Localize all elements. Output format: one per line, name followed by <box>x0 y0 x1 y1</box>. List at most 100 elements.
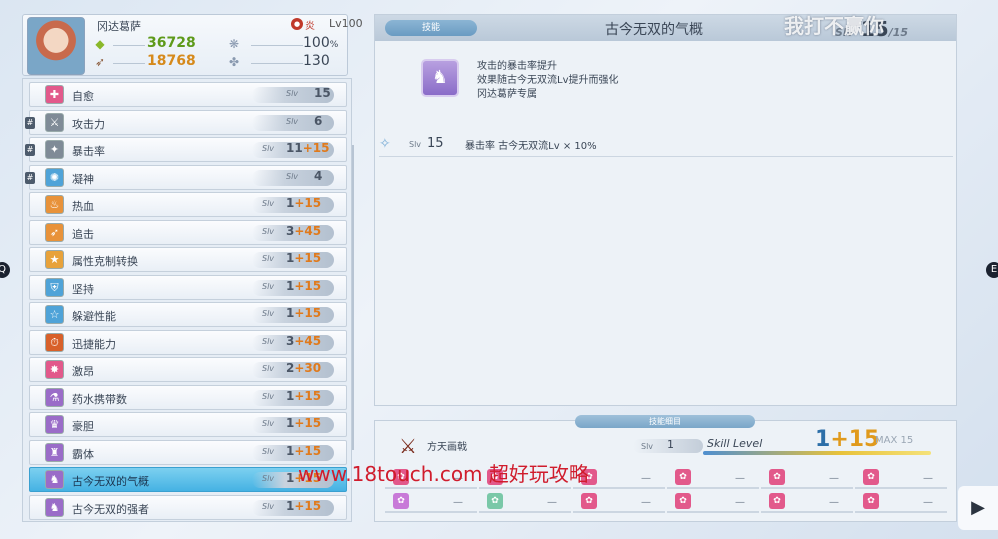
divider <box>251 45 303 46</box>
prev-character-button[interactable]: Q <box>0 262 10 278</box>
slv-plus: 45 <box>304 223 322 238</box>
slv-plus: 15 <box>304 498 322 513</box>
skill-level-max: MAX 15 <box>875 435 914 446</box>
slv-plus: 15 <box>304 306 322 320</box>
next-character-button[interactable]: E <box>986 262 998 278</box>
skill-list-scrollbar[interactable] <box>352 145 354 450</box>
slv-plus: 30 <box>304 361 322 375</box>
slot-value: — <box>735 497 745 508</box>
slv-value: 2+30 <box>286 361 322 375</box>
slv-value: 3+45 <box>286 223 322 238</box>
slv-tag: Slv <box>262 254 275 263</box>
skill-icon: ♨ <box>45 195 64 214</box>
skill-icon: ➶ <box>45 222 64 242</box>
skill-row[interactable]: ♛ 豪胆 Slv 1+15 <box>29 412 347 437</box>
slv-tag: Slv <box>262 419 275 428</box>
slot-icon: ✿ <box>487 493 503 509</box>
slv-tag: Slv <box>286 171 299 181</box>
slv-tag: Slv <box>262 474 275 483</box>
skill-icon: ♛ <box>45 415 64 434</box>
skill-row[interactable]: ⛨ 坚持 Slv 1+15 <box>29 274 347 300</box>
slv-value: 1+15 <box>286 306 322 320</box>
skill-icon: ⚗ <box>45 387 64 407</box>
hp-percent-number: 100 <box>303 35 330 51</box>
skill-name: 躲避性能 <box>72 310 116 323</box>
slv-plus: 15 <box>304 416 322 430</box>
slot-icon: ✿ <box>675 493 691 509</box>
slv-tag: Slv <box>262 501 275 511</box>
skill-name: 追击 <box>72 227 94 241</box>
slot-value: — <box>829 473 839 484</box>
skill-row[interactable]: ♞ 古今无双的强者 Slv 1+15 <box>29 494 347 520</box>
slot-value: — <box>829 497 839 508</box>
divider <box>251 63 303 64</box>
slv-value: 1+15 <box>286 196 322 210</box>
skill-row[interactable]: ✸ 激昂 Slv 2+30 <box>29 357 347 382</box>
skill-slot[interactable]: ✿ — <box>573 493 665 513</box>
skill-icon: ⚔ <box>45 112 64 132</box>
skill-title: 古今无双的气概 <box>605 22 703 38</box>
skill-row[interactable]: # ✦ 暴击率 Slv 11+15 <box>25 137 347 162</box>
skill-slot[interactable]: ✿ — <box>667 469 759 489</box>
skill-row[interactable]: ⚗ 药水携带数 Slv 1+15 <box>29 384 347 410</box>
skill-row[interactable]: ★ 属性克制转换 Slv 1+15 <box>29 247 347 272</box>
slv-value: 1+15 <box>286 388 322 403</box>
slv-tag: Slv <box>262 309 275 318</box>
skill-slot[interactable]: ✿ — <box>855 493 947 513</box>
skill-row[interactable]: ✚ 自愈 Slv 15 <box>29 82 347 107</box>
watermark-overlay: 我打不赢你 <box>784 14 884 38</box>
slv-base: 11 <box>286 141 303 155</box>
character-avatar[interactable] <box>27 17 85 75</box>
weapon-name: 方天画戟 <box>427 442 467 453</box>
skill-name: 古今无双的强者 <box>72 502 149 516</box>
skill-slot[interactable]: ✿ — <box>667 493 759 513</box>
skill-name: 坚持 <box>72 282 94 296</box>
level-label: Lv100 <box>329 17 363 30</box>
skill-list: ✚ 自愈 Slv 15 # ⚔ 攻击力 Slv 6 # ✦ 暴击率 Slv 11+15 # ✺ 凝神 Slv 4 ♨ 热… <box>22 78 352 522</box>
hp-gem-icon: ◆ <box>95 37 105 51</box>
slv-tag: Slv <box>262 144 275 153</box>
skill-row[interactable]: # ⚔ 攻击力 Slv 6 <box>25 109 347 135</box>
slv-value: 11+15 <box>286 141 330 155</box>
skill-slot[interactable]: ✿ — <box>479 493 571 513</box>
skill-row[interactable]: ♨ 热血 Slv 1+15 <box>29 192 347 217</box>
skill-name: 药水携带数 <box>72 392 127 406</box>
skill-slot[interactable]: ✿ — <box>385 493 477 513</box>
skill-icon: ♞ <box>45 497 64 517</box>
slv-plus: 15 <box>304 196 322 210</box>
skill-row[interactable]: ➶ 追击 Slv 3+45 <box>29 219 347 245</box>
slv-value: 1+15 <box>286 498 322 513</box>
skill-icon: ♞ <box>45 470 64 489</box>
play-icon[interactable]: ▶ <box>958 486 998 530</box>
ability-emblem-icon: ❋ <box>228 37 240 51</box>
slot-value: — <box>453 497 463 508</box>
pin-icon: # <box>25 116 35 129</box>
slot-icon: ✿ <box>675 469 691 485</box>
slv-base: 6 <box>314 113 323 128</box>
skill-emblem-icon: ♞ <box>421 59 459 97</box>
skill-name: 暴击率 <box>72 145 105 158</box>
skill-row[interactable]: ☆ 躲避性能 Slv 1+15 <box>29 302 347 327</box>
skill-desc-line-1: 攻击的暴击率提升 <box>477 61 557 72</box>
skill-slot[interactable]: ✿ — <box>761 493 853 513</box>
skill-name: 热血 <box>72 200 94 213</box>
character-name: 冈达葛萨 <box>97 20 141 33</box>
skill-slot[interactable]: ✿ — <box>761 469 853 489</box>
skill-row[interactable]: ⏱ 迅捷能力 Slv 3+45 <box>29 329 347 355</box>
fire-element-icon: ● <box>291 18 303 30</box>
skill-tag: 技能 <box>385 20 477 36</box>
skill-desc-line-2: 效果随古今无双流Lv提升而强化 <box>477 75 619 86</box>
slv-value: 1+15 <box>286 278 322 293</box>
slv-value: 15 <box>314 86 331 100</box>
secondary-value: 130 <box>303 53 330 69</box>
skill-row[interactable]: # ✺ 凝神 Slv 4 <box>25 164 347 190</box>
slot-value: — <box>641 497 651 508</box>
skill-name: 迅捷能力 <box>72 337 116 351</box>
skill-slot[interactable]: ✿ — <box>855 469 947 489</box>
character-card[interactable]: 冈达葛萨 ● 炎 Lv100 ◆ 36728 ❋ 100% ➶ 18768 ✤ … <box>22 14 363 76</box>
weapon-slv-tag: Slv <box>641 442 654 451</box>
skill-icon: ☆ <box>45 305 64 324</box>
effect-text: 暴击率 古今无双流Lv × 10% <box>465 141 597 152</box>
slot-value: — <box>923 473 933 484</box>
effect-slv-value: 15 <box>427 136 444 151</box>
